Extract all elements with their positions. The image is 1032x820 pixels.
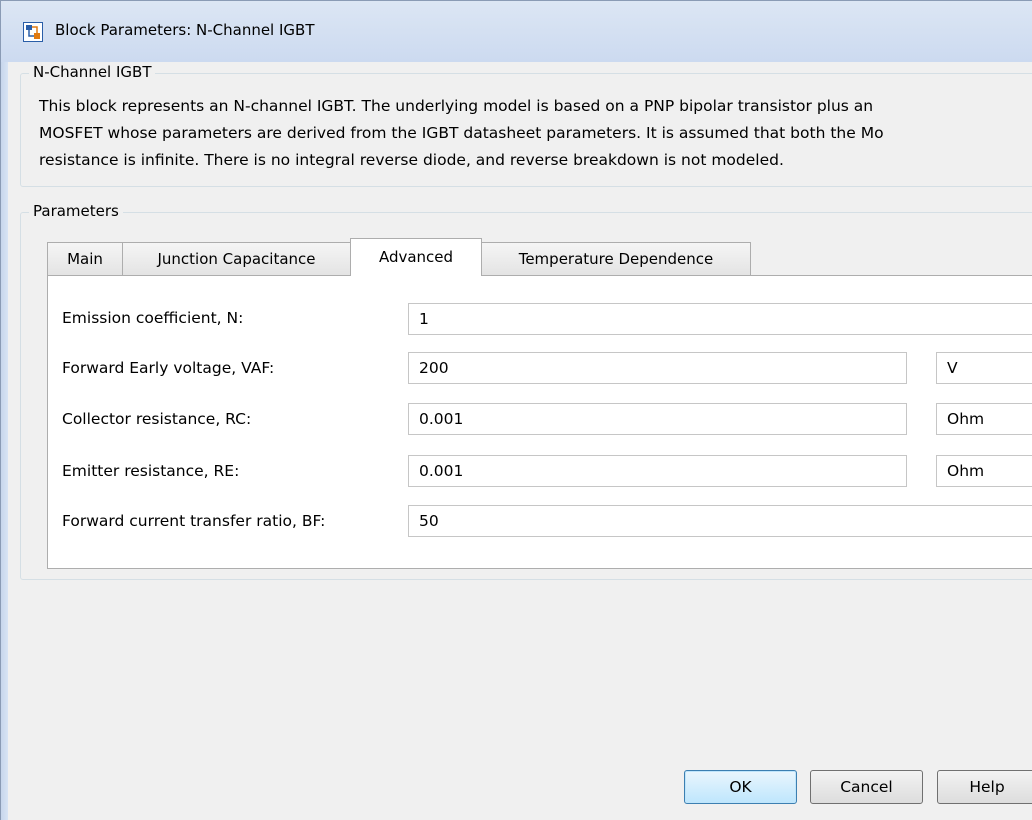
cancel-button[interactable]: Cancel bbox=[810, 770, 923, 804]
block-parameters-dialog: Block Parameters: N-Channel IGBT N-Chann… bbox=[0, 0, 1032, 820]
collector-resistance-unit-select[interactable]: Ohm bbox=[936, 403, 1032, 435]
emitter-resistance-label: Emitter resistance, RE: bbox=[62, 462, 240, 480]
collector-resistance-label: Collector resistance, RC: bbox=[62, 410, 252, 428]
emitter-resistance-unit-select[interactable]: Ohm bbox=[936, 455, 1032, 487]
tab-junction-capacitance[interactable]: Junction Capacitance bbox=[122, 242, 351, 276]
forward-early-voltage-input[interactable]: 200 bbox=[408, 352, 907, 384]
forward-current-transfer-ratio-label: Forward current transfer ratio, BF: bbox=[62, 512, 326, 530]
parameters-group-label: Parameters bbox=[29, 202, 123, 220]
block-description: This block represents an N-channel IGBT.… bbox=[39, 97, 884, 169]
help-button[interactable]: Help bbox=[937, 770, 1032, 804]
collector-resistance-input[interactable]: 0.001 bbox=[408, 403, 907, 435]
title-bar[interactable]: Block Parameters: N-Channel IGBT bbox=[0, 0, 1032, 62]
description-group-label: N-Channel IGBT bbox=[29, 63, 156, 81]
tab-main[interactable]: Main bbox=[47, 242, 123, 276]
ok-button[interactable]: OK bbox=[684, 770, 797, 804]
tab-temperature-dependence[interactable]: Temperature Dependence bbox=[481, 242, 751, 276]
description-group: N-Channel IGBT This block represents an … bbox=[20, 63, 1032, 187]
tab-advanced[interactable]: Advanced bbox=[350, 238, 482, 276]
emission-coefficient-input[interactable]: 1 bbox=[408, 303, 1032, 335]
forward-early-voltage-label: Forward Early voltage, VAF: bbox=[62, 359, 275, 377]
emitter-resistance-input[interactable]: 0.001 bbox=[408, 455, 907, 487]
simulink-block-icon bbox=[23, 22, 43, 42]
window-frame-left bbox=[0, 62, 8, 820]
forward-current-transfer-ratio-input[interactable]: 50 bbox=[408, 505, 1032, 537]
forward-early-voltage-unit-select[interactable]: V bbox=[936, 352, 1032, 384]
emission-coefficient-label: Emission coefficient, N: bbox=[62, 309, 244, 327]
window-title: Block Parameters: N-Channel IGBT bbox=[55, 21, 315, 39]
